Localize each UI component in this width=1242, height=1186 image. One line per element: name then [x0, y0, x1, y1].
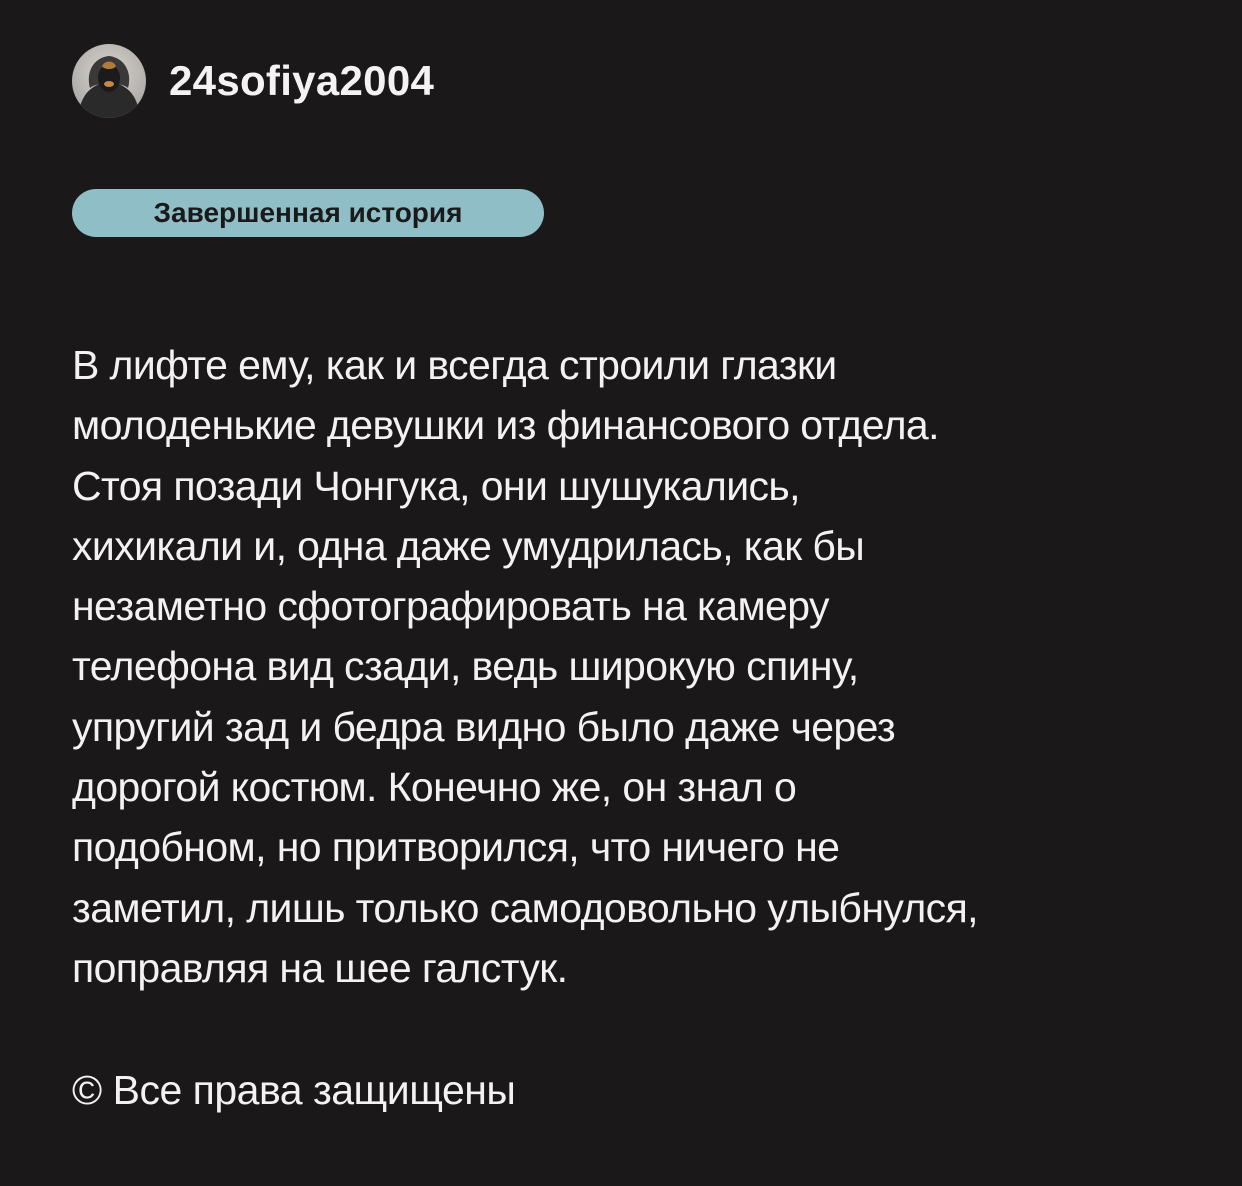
author-header: 24sofiya2004	[72, 44, 434, 118]
story-line: поправляя на шее галстук.	[72, 944, 568, 991]
story-line: упругий зад и бедра видно было даже чере…	[72, 703, 896, 750]
copyright-notice: © Все права защищены	[72, 1067, 516, 1113]
story-line: В лифте ему, как и всегда строили глазки	[72, 342, 837, 388]
story-line: дорогой костюм. Конечно же, он знал о	[72, 764, 797, 811]
story-line: молоденькие девушки из финансового отдел…	[72, 402, 940, 449]
story-line: подобном, но притворился, что ничего не	[72, 824, 840, 871]
avatar-image	[72, 44, 146, 118]
avatar[interactable]	[72, 44, 146, 118]
story-line: телефона вид сзади, ведь широкую спину,	[72, 643, 859, 690]
story-text: В лифте ему, как и всегда строили глазки…	[72, 335, 1192, 998]
author-username[interactable]: 24sofiya2004	[169, 60, 434, 102]
story-line: Стоя позади Чонгука, они шушукались,	[72, 462, 801, 509]
status-badge: Завершенная история	[72, 189, 544, 237]
story-line: хихикали и, одна даже умудрилась, как бы	[72, 522, 865, 569]
story-line: незаметно сфотографировать на камеру	[72, 583, 830, 630]
story-line: заметил, лишь только самодовольно улыбну…	[72, 884, 979, 931]
